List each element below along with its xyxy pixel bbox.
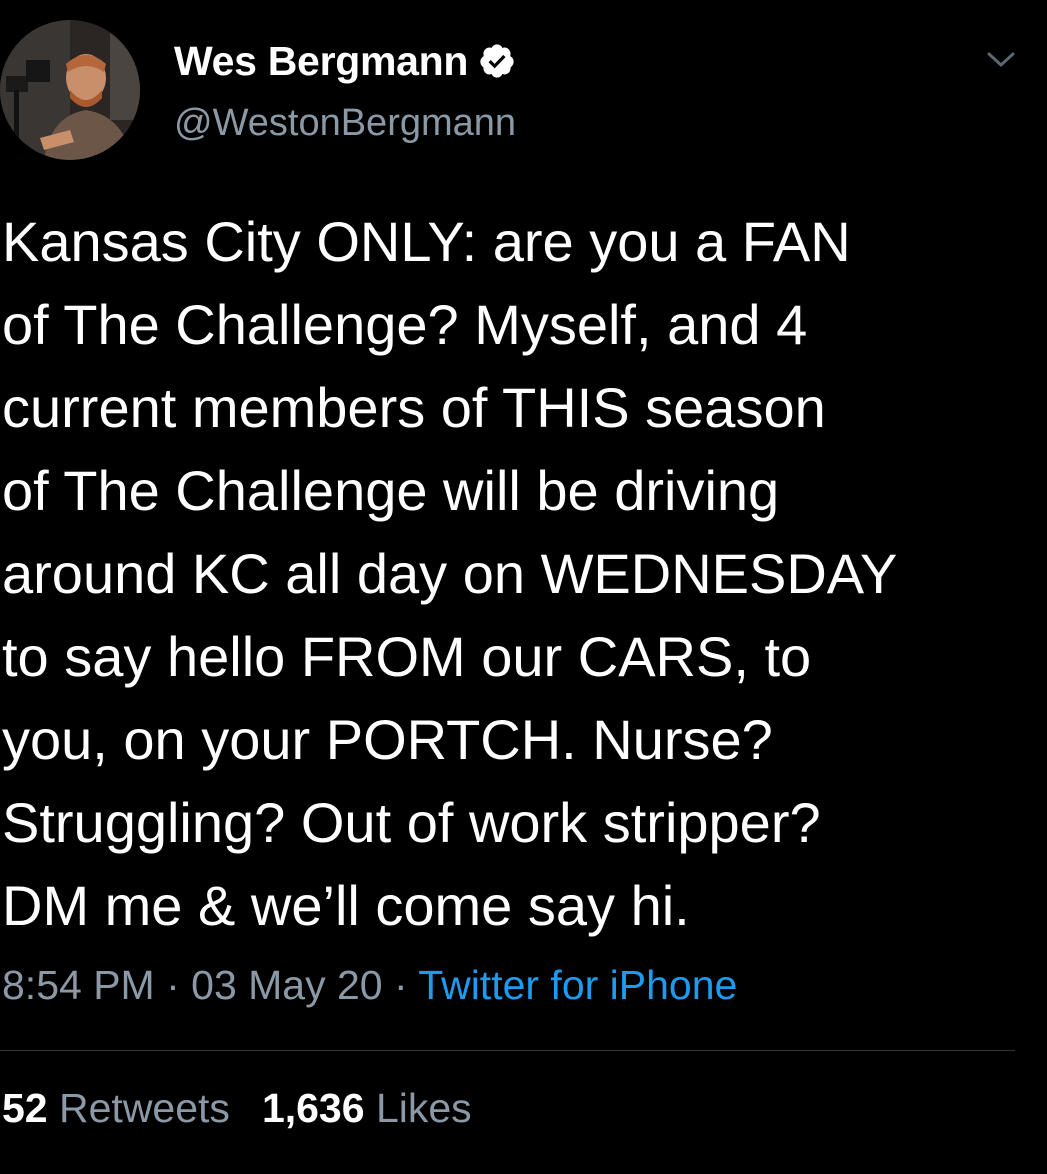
tweet-detail: Wes Bergmann @WestonBergmann Kansas City…: [0, 0, 1047, 1174]
tweet-source-link[interactable]: Twitter for iPhone: [418, 962, 737, 1008]
chevron-down-icon[interactable]: [984, 44, 1018, 74]
author-name-row[interactable]: Wes Bergmann: [174, 36, 516, 86]
display-name[interactable]: Wes Bergmann: [174, 38, 468, 85]
likes-stat[interactable]: 1,636 Likes: [262, 1085, 472, 1131]
user-handle[interactable]: @WestonBergmann: [174, 102, 516, 145]
tweet-metadata: 8:54 PM · 03 May 20 · Twitter for iPhone: [2, 962, 737, 1009]
meta-separator: ·: [382, 962, 419, 1008]
tweet-time[interactable]: 8:54 PM: [2, 962, 155, 1008]
divider: [0, 1050, 1015, 1051]
engagement-stats: 52 Retweets 1,636 Likes: [2, 1085, 472, 1132]
likes-count: 1,636: [261, 1085, 365, 1131]
verified-badge-icon: [478, 42, 516, 80]
profile-photo-icon: [0, 20, 140, 160]
tweet-text: Kansas City ONLY: are you a FAN of The C…: [2, 210, 898, 937]
tweet-date[interactable]: 03 May 20: [191, 962, 382, 1008]
avatar[interactable]: [0, 20, 140, 160]
meta-separator: ·: [154, 962, 192, 1008]
retweets-stat[interactable]: 52 Retweets: [2, 1085, 230, 1131]
likes-label: Likes: [375, 1085, 472, 1131]
retweets-label: Retweets: [59, 1085, 230, 1131]
retweets-count: 52: [2, 1085, 48, 1131]
